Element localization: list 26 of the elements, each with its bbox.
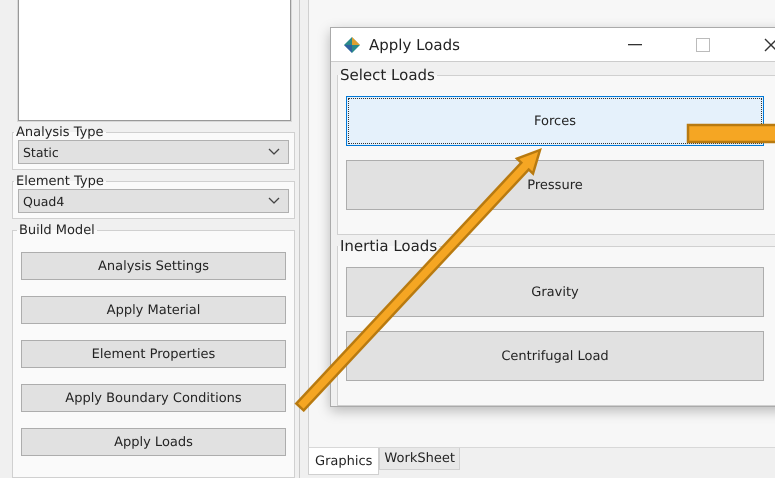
tab[interactable]: WorkSheet	[379, 448, 460, 470]
load-button[interactable]: Gravity	[346, 267, 764, 317]
group-label: Select Loads	[339, 66, 436, 84]
close-icon[interactable]	[764, 38, 775, 52]
load-button[interactable]: Centrifugal Load	[346, 331, 764, 381]
app-logo-icon	[343, 36, 361, 54]
group-label: Inertia Loads	[339, 237, 438, 255]
build-button[interactable]: Element Properties	[21, 340, 286, 368]
dropdown[interactable]: Quad4	[18, 189, 289, 213]
group-label: Element Type	[15, 174, 105, 189]
window-title: Apply Loads	[369, 36, 461, 54]
tab[interactable]: Graphics	[308, 448, 380, 475]
minimize-icon[interactable]	[628, 44, 642, 46]
load-button[interactable]: Forces	[346, 96, 764, 146]
group-label: Analysis Type	[15, 125, 105, 140]
chevron-down-icon	[268, 197, 280, 205]
group-label: Build Model	[18, 223, 96, 238]
build-button[interactable]: Apply Loads	[21, 428, 286, 456]
dropdown-value: Static	[23, 144, 59, 160]
build-button[interactable]: Analysis Settings	[21, 252, 286, 280]
load-button[interactable]: Pressure	[346, 160, 764, 210]
build-button[interactable]: Apply Material	[21, 296, 286, 324]
dropdown[interactable]: Static	[18, 140, 289, 164]
build-button[interactable]: Apply Boundary Conditions	[21, 384, 286, 412]
dropdown-value: Quad4	[23, 194, 64, 208]
chevron-down-icon	[268, 148, 280, 156]
